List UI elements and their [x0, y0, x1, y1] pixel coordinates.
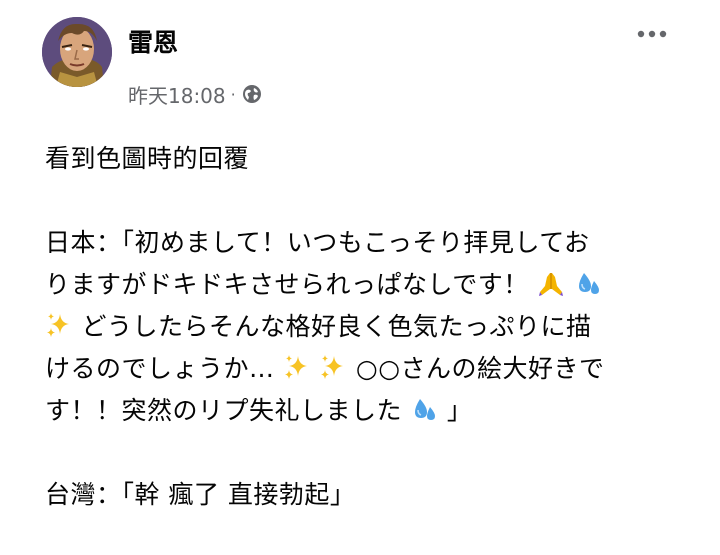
jp-line-2: りますがドキドキさせられっぱなしです！ [45, 264, 695, 306]
sparkles-emoji [45, 311, 73, 339]
sparkles-emoji [283, 353, 311, 381]
jp-line-1: 日本：「初めまして！いつもこっそり拝見してお [45, 228, 590, 257]
tw-line: 台灣：「幹 瘋了 直接勃起」 [45, 480, 356, 509]
author-name[interactable]: 雷恩 [128, 27, 178, 59]
post-title-line: 看到色圖時的回覆 [45, 144, 250, 173]
jp-line-4b-text: ○○さんの絵大好きで [355, 354, 605, 383]
jp-line-4: けるのでしょうか… ○○さんの絵大好きで [45, 348, 695, 390]
jp-line-3: どうしたらそんな格好良く色気たっぷりに描 [45, 306, 695, 348]
jp-line-5b-text: 」 [446, 396, 473, 425]
sweat-droplets-emoji [574, 269, 602, 297]
jp-line-5: す！！突然のリプ失礼しました 」 [45, 390, 695, 432]
sparkles-emoji [319, 353, 347, 381]
avatar-image [42, 17, 112, 87]
folded-hands-emoji [537, 269, 565, 297]
jp-line-3-text: どうしたらそんな格好良く色気たっぷりに描 [81, 312, 592, 341]
post-text: 看到色圖時的回覆 日本：「初めまして！いつもこっそり拝見してお りますがドキドキ… [45, 138, 695, 516]
more-horizontal-icon [637, 30, 667, 38]
globe-icon[interactable] [242, 84, 262, 104]
jp-line-4a-text: けるのでしょうか… [45, 354, 275, 383]
meta-separator: · [230, 84, 236, 104]
post-card: 雷恩 昨天18:08 · 看到色圖時的回覆 日本：「初めまして！いつもこっそり拝… [0, 0, 720, 555]
avatar[interactable] [42, 17, 112, 87]
post-timestamp[interactable]: 昨天18:08 [128, 80, 226, 109]
jp-line-2-text: りますがドキドキさせられっぱなしです！ [45, 270, 529, 299]
post-meta: 昨天18:08 · [128, 80, 262, 108]
jp-line-5a-text: す！！突然のリプ失礼しました [45, 396, 403, 425]
more-options-button[interactable] [628, 18, 676, 50]
sweat-droplets-emoji [410, 395, 438, 423]
